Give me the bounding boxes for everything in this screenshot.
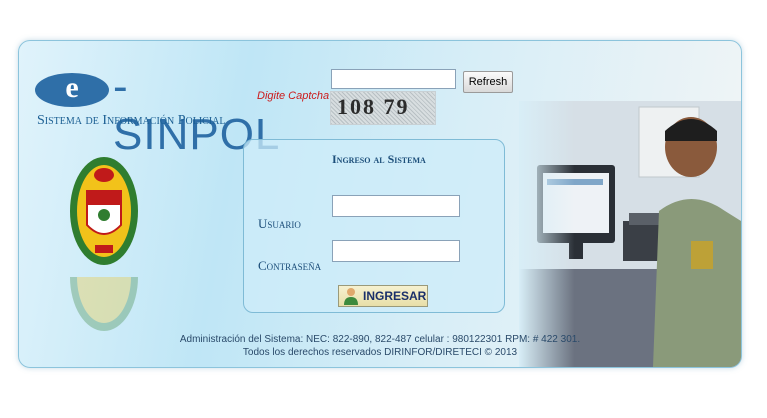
captcha-code: 108 79 — [337, 94, 410, 119]
footer-year: 2013 — [494, 347, 518, 358]
ingresar-button[interactable]: INGRESAR — [338, 285, 428, 307]
username-label: Usuario — [258, 216, 301, 231]
emblem-reflection — [70, 277, 138, 331]
officer-photo — [519, 101, 741, 367]
login-title: Ingreso al Sistema — [332, 152, 426, 166]
password-label: Contraseña — [258, 258, 322, 273]
login-form: Ingreso al Sistema Usuario Contraseña IN… — [243, 139, 505, 313]
login-panel: e -SINPOL Sistema de Información Policia… — [18, 40, 742, 368]
sinpol-logo: e -SINPOL Sistema de Información Policia… — [35, 61, 279, 159]
copyright-symbol: © — [484, 347, 493, 358]
logo-e-mark: e — [35, 73, 109, 107]
footer-rights: Todos los derechos reservados DIRINFOR/D… — [19, 347, 741, 358]
footer-rights-text: Todos los derechos reservados DIRINFOR/D… — [242, 347, 482, 358]
captcha-label: Digite Captcha — [257, 90, 330, 102]
police-emblem-icon — [70, 157, 138, 265]
logo-subtitle: Sistema de Información Policial — [37, 113, 226, 128]
password-input[interactable] — [332, 240, 460, 262]
captcha-image: 108 79 — [330, 91, 436, 125]
ingresar-label: INGRESAR — [363, 289, 427, 303]
captcha-input[interactable] — [331, 69, 456, 89]
footer-admin-info: Administración del Sistema: NEC: 822-890… — [179, 334, 581, 345]
user-icon — [344, 288, 358, 305]
refresh-button[interactable]: Refresh — [463, 71, 513, 93]
username-input[interactable] — [332, 195, 460, 217]
